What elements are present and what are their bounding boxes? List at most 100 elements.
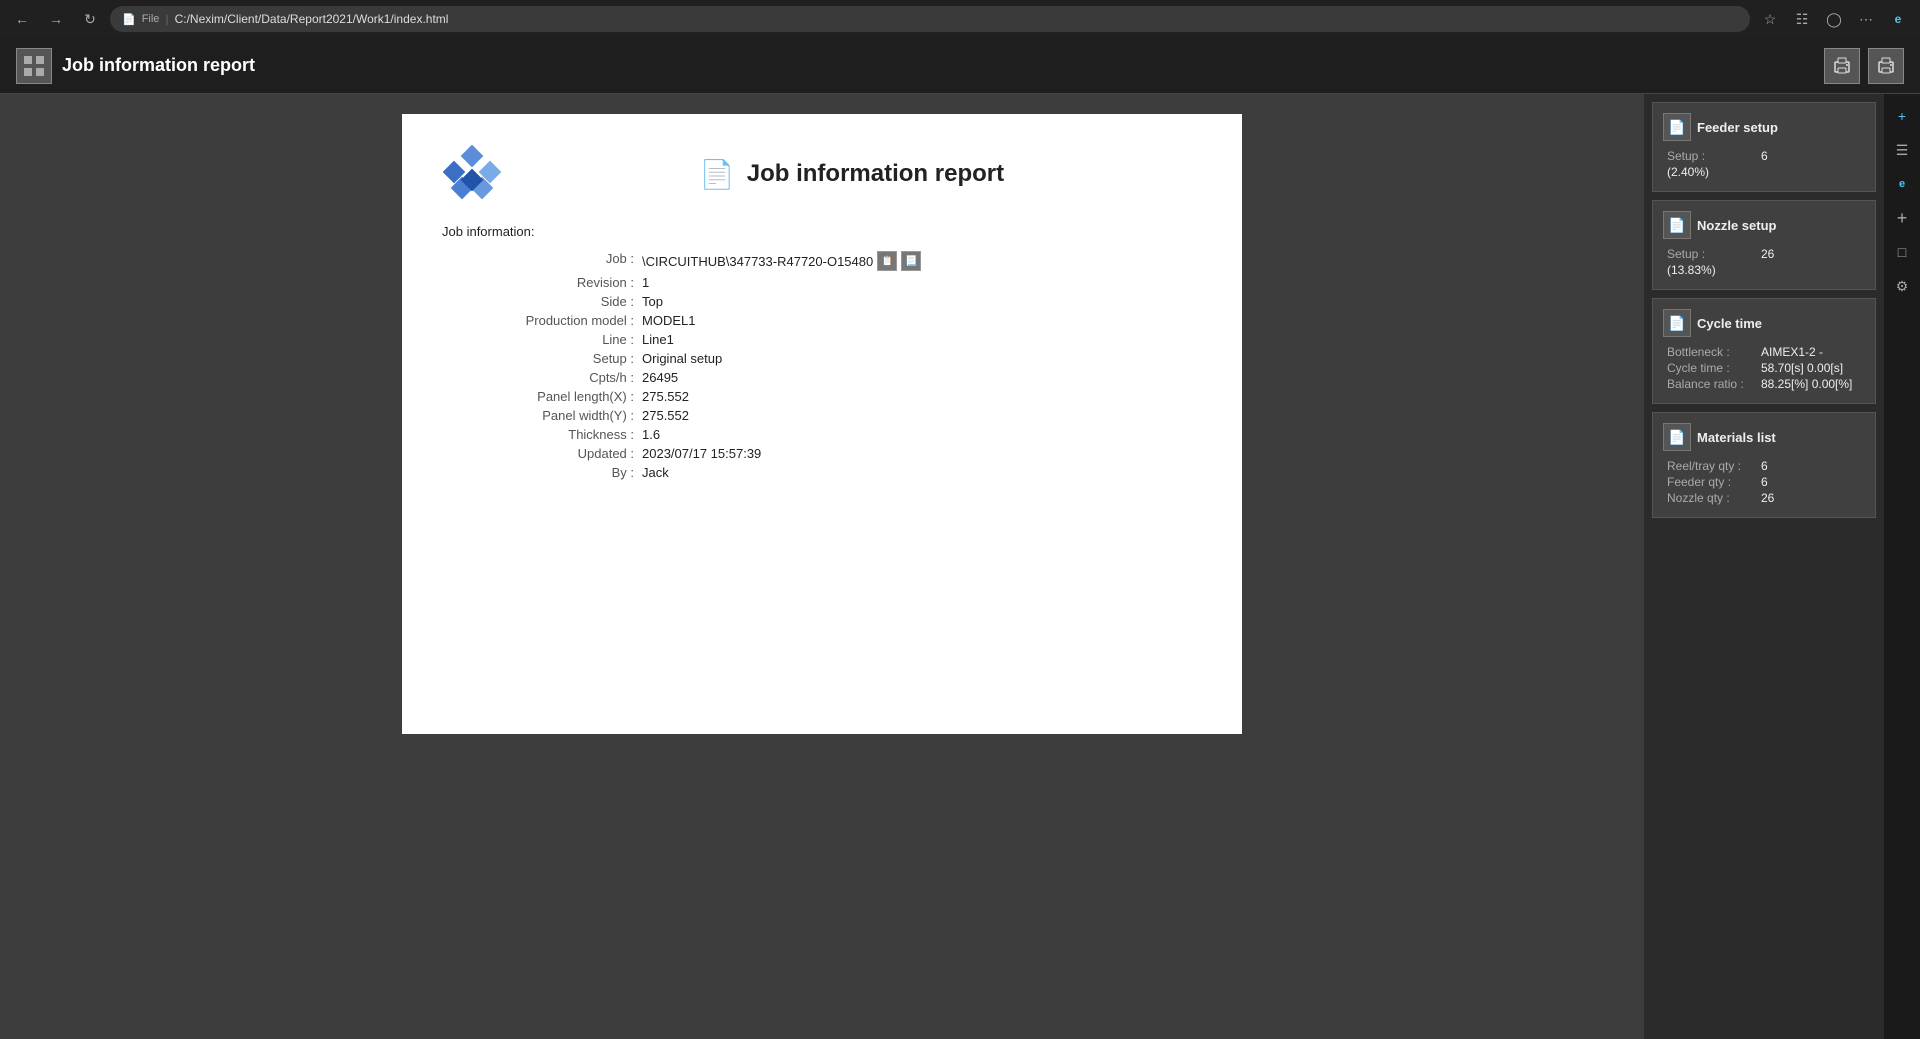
sidebar-card-header: 📄Feeder setup	[1663, 113, 1865, 141]
info-value: Original setup	[642, 351, 722, 366]
sidebar-row: (2.40%)	[1667, 165, 1865, 179]
settings-button[interactable]: ⚙	[1888, 272, 1916, 300]
info-value: 2023/07/17 15:57:39	[642, 446, 761, 461]
sidebar-row-label: Setup :	[1667, 247, 1757, 261]
sidebar-card-title: Nozzle setup	[1697, 218, 1776, 233]
more-button[interactable]: ⋯	[1852, 5, 1880, 33]
info-value: \CIRCUITHUB\347733-R47720-O15480📋📃	[642, 251, 921, 271]
sidebar-row: Bottleneck : AIMEX1-2 -	[1667, 345, 1865, 359]
info-label: Side :	[442, 294, 642, 309]
edge-logo[interactable]: e	[1884, 5, 1912, 33]
info-row: Thickness :1.6	[442, 427, 1202, 442]
info-label: Revision :	[442, 275, 642, 290]
sidebar-card-cycle-time[interactable]: 📄 Cycle time Bottleneck : AIMEX1-2 - Cycle t…	[1652, 298, 1876, 404]
info-value: 1.6	[642, 427, 660, 442]
sidebar-row: Balance ratio : 88.25[%] 0.00[%]	[1667, 377, 1865, 391]
sidebar-card-feeder-setup[interactable]: 📄Feeder setup Setup : 6 (2.40%)	[1652, 102, 1876, 192]
app-header: Job information report	[0, 38, 1920, 94]
info-value: Line1	[642, 332, 674, 347]
paper-title: Job information report	[747, 160, 1004, 188]
info-label: Job :	[442, 251, 642, 271]
file-icon: 📄	[122, 13, 136, 26]
info-label: Updated :	[442, 446, 642, 461]
print-button-2[interactable]	[1868, 48, 1904, 84]
info-label: Line :	[442, 332, 642, 347]
document-area: 📄 Job information report Job information…	[0, 94, 1644, 1039]
info-value: 1	[642, 275, 649, 290]
sidebar-card-icon-nozzle-setup: 📄	[1663, 211, 1691, 239]
info-label: Cpts/h :	[442, 370, 642, 385]
sidebar-row: Feeder qty : 6	[1667, 475, 1865, 489]
info-row: By :Jack	[442, 465, 1202, 480]
sidebar-row-value: 6	[1761, 459, 1768, 473]
back-button[interactable]: ←	[8, 5, 36, 33]
sidebar-row-label: Bottleneck :	[1667, 345, 1757, 359]
maximize-button[interactable]: □	[1888, 238, 1916, 266]
app-icon	[16, 48, 52, 84]
sidebar-row: Setup : 26	[1667, 247, 1865, 261]
edge-toolbar: + ☰ e + □ ⚙	[1884, 94, 1920, 1039]
sidebar-card-header: 📄 Cycle time	[1663, 309, 1865, 337]
info-row: Job :\CIRCUITHUB\347733-R47720-O15480📋📃	[442, 251, 1202, 271]
zoom-button[interactable]: +	[1888, 102, 1916, 130]
info-label: Panel width(Y) :	[442, 408, 642, 423]
collections-button[interactable]: ☷	[1788, 5, 1816, 33]
address-bar[interactable]: 📄 File | C:/Nexim/Client/Data/Report2021…	[110, 6, 1750, 32]
sidebar-toggle[interactable]: ☰	[1888, 136, 1916, 164]
info-value: MODEL1	[642, 313, 695, 328]
sidebar-row-value: AIMEX1-2 -	[1761, 345, 1823, 359]
sidebar-row-value: 26	[1761, 247, 1774, 261]
sidebar-card-nozzle-setup[interactable]: 📄 Nozzle setup Setup : 26 (13.83%)	[1652, 200, 1876, 290]
info-value: 275.552	[642, 389, 689, 404]
info-value: 26495	[642, 370, 678, 385]
print-button-1[interactable]	[1824, 48, 1860, 84]
sidebar-row-value: (2.40%)	[1667, 165, 1709, 179]
sidebar-row: Cycle time : 58.70[s] 0.00[s]	[1667, 361, 1865, 375]
sidebar-row-label: Setup :	[1667, 149, 1757, 163]
browser-actions: ☆ ☷ ◯ ⋯ e	[1756, 5, 1912, 33]
info-row: Side :Top	[442, 294, 1202, 309]
print-buttons	[1824, 48, 1904, 84]
info-table: Job :\CIRCUITHUB\347733-R47720-O15480📋📃R…	[442, 251, 1202, 480]
address-separator: |	[165, 12, 168, 26]
app-title: Job information report	[62, 55, 255, 76]
sidebar-row-value: 88.25[%] 0.00[%]	[1761, 377, 1852, 391]
sidebar-row-value: 6	[1761, 475, 1768, 489]
sidebar-card-title: Cycle time	[1697, 316, 1762, 331]
sidebar-card-body: Reel/tray qty :6 Feeder qty : 6 Nozzle qty …	[1663, 459, 1865, 505]
info-row: Revision :1	[442, 275, 1202, 290]
sidebar-card-body: Setup : 26 (13.83%)	[1663, 247, 1865, 277]
sidebar-row-label: Balance ratio :	[1667, 377, 1757, 391]
add-button[interactable]: +	[1888, 204, 1916, 232]
account-button[interactable]: ◯	[1820, 5, 1848, 33]
main-content: 📄 Job information report Job information…	[0, 94, 1920, 1039]
sidebar-card-materials-list[interactable]: 📄Materials list Reel/tray qty :6 Feeder qt…	[1652, 412, 1876, 518]
sidebar-row-value: 6	[1761, 149, 1768, 163]
section-header: Job information:	[442, 224, 1202, 239]
sidebar-card-header: 📄Materials list	[1663, 423, 1865, 451]
edge-icon[interactable]: e	[1888, 170, 1916, 198]
job-list-icon[interactable]: 📃	[901, 251, 921, 271]
star-button[interactable]: ☆	[1756, 5, 1784, 33]
forward-button[interactable]: →	[42, 5, 70, 33]
sidebar-row-value: (13.83%)	[1667, 263, 1716, 277]
sidebar-row: Nozzle qty :26	[1667, 491, 1865, 505]
info-row: Panel length(X) :275.552	[442, 389, 1202, 404]
info-value: Top	[642, 294, 663, 309]
job-copy-icon[interactable]: 📋	[877, 251, 897, 271]
info-row: Updated :2023/07/17 15:57:39	[442, 446, 1202, 461]
sidebar: 📄Feeder setup Setup : 6 (2.40%) 📄 Nozzle setu…	[1644, 94, 1884, 1039]
paper-title-icon: 📄	[700, 158, 735, 191]
sidebar-row-label: Cycle time :	[1667, 361, 1757, 375]
sidebar-row-label: Feeder qty :	[1667, 475, 1757, 489]
sidebar-row-value: 58.70[s] 0.00[s]	[1761, 361, 1843, 375]
reload-button[interactable]: ↻	[76, 5, 104, 33]
sidebar-card-body: Bottleneck : AIMEX1-2 - Cycle time : 58.70[…	[1663, 345, 1865, 391]
info-row: Production model :MODEL1	[442, 313, 1202, 328]
info-row: Panel width(Y) :275.552	[442, 408, 1202, 423]
sidebar-card-body: Setup : 6 (2.40%)	[1663, 149, 1865, 179]
sidebar-card-title: Materials list	[1697, 430, 1776, 445]
sidebar-row: Reel/tray qty :6	[1667, 459, 1865, 473]
info-row: Setup :Original setup	[442, 351, 1202, 366]
sidebar-card-icon-cycle-time: 📄	[1663, 309, 1691, 337]
